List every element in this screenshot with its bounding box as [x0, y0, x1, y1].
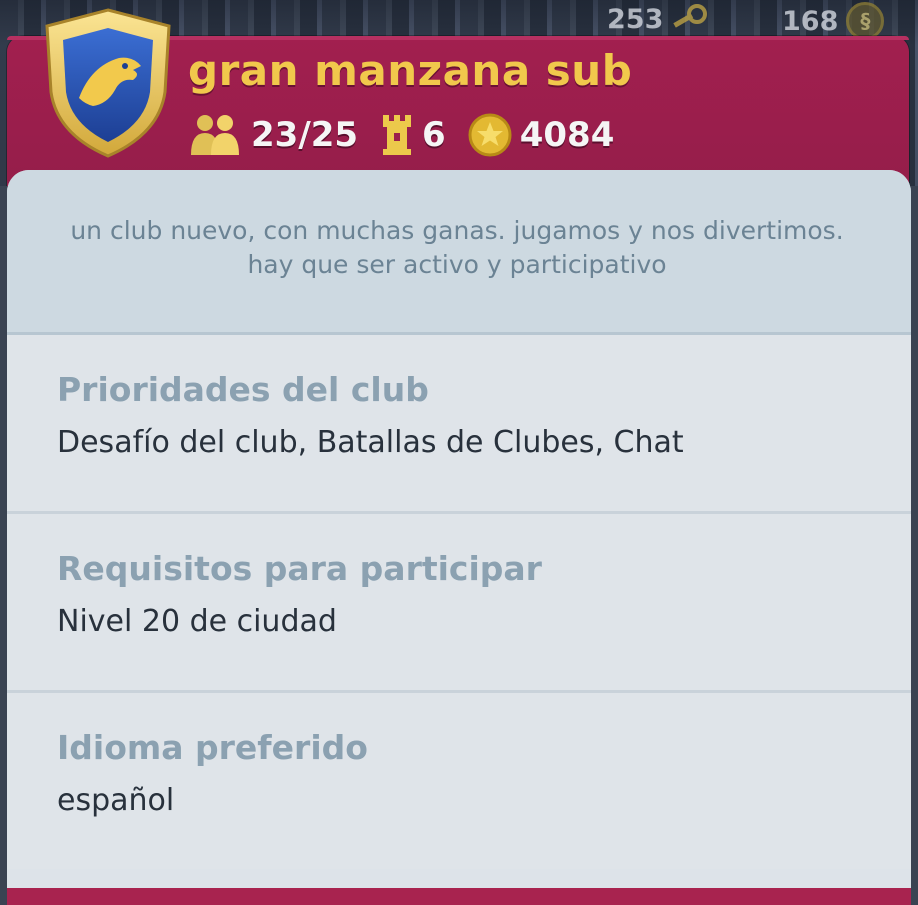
section-value: español — [57, 783, 175, 818]
club-points-value: 4084 — [519, 115, 615, 155]
club-info-card[interactable]: un club nuevo, con muchas ganas. jugamos… — [7, 170, 911, 890]
eagle-shield-icon — [45, 8, 171, 158]
gold-coin-icon — [468, 113, 512, 157]
club-points: 4084 — [468, 113, 615, 157]
section-title: Prioridades del club — [57, 370, 429, 409]
key-count: 253 — [607, 3, 664, 35]
club-stats: 23/25 6 4084 — [187, 110, 636, 160]
section-preferred-language: Idioma preferido español — [7, 693, 911, 869]
tower-icon — [380, 113, 414, 157]
simoleon-counter: 168 § — [782, 2, 885, 40]
panel-edge-left — [0, 186, 7, 905]
club-header: gran manzana sub 23/25 6 4084 — [7, 8, 909, 186]
section-title: Requisitos para participar — [57, 549, 542, 588]
panel-edge-right — [911, 186, 918, 905]
member-count-value: 23/25 — [251, 115, 359, 155]
section-value: Nivel 20 de ciudad — [57, 604, 337, 639]
key-icon — [671, 2, 708, 36]
description-box: un club nuevo, con muchas ganas. jugamos… — [7, 170, 911, 335]
section-join-requirements: Requisitos para participar Nivel 20 de c… — [7, 514, 911, 693]
club-name: gran manzana sub — [188, 46, 633, 95]
member-count: 23/25 — [187, 113, 358, 157]
section-value: Desafío del club, Batallas de Clubes, Ch… — [57, 425, 684, 460]
bottom-bar — [7, 888, 911, 905]
section-club-priorities: Prioridades del club Desafío del club, B… — [7, 335, 911, 514]
club-level: 6 — [380, 113, 446, 157]
club-description: un club nuevo, con muchas ganas. jugamos… — [70, 216, 844, 279]
section-title: Idioma preferido — [57, 728, 368, 767]
club-level-value: 6 — [422, 115, 446, 155]
key-counter: 253 — [607, 2, 708, 36]
simoleon-coin-icon: § — [846, 2, 885, 40]
members-icon — [187, 113, 243, 157]
simoleon-count: 168 — [782, 5, 839, 37]
